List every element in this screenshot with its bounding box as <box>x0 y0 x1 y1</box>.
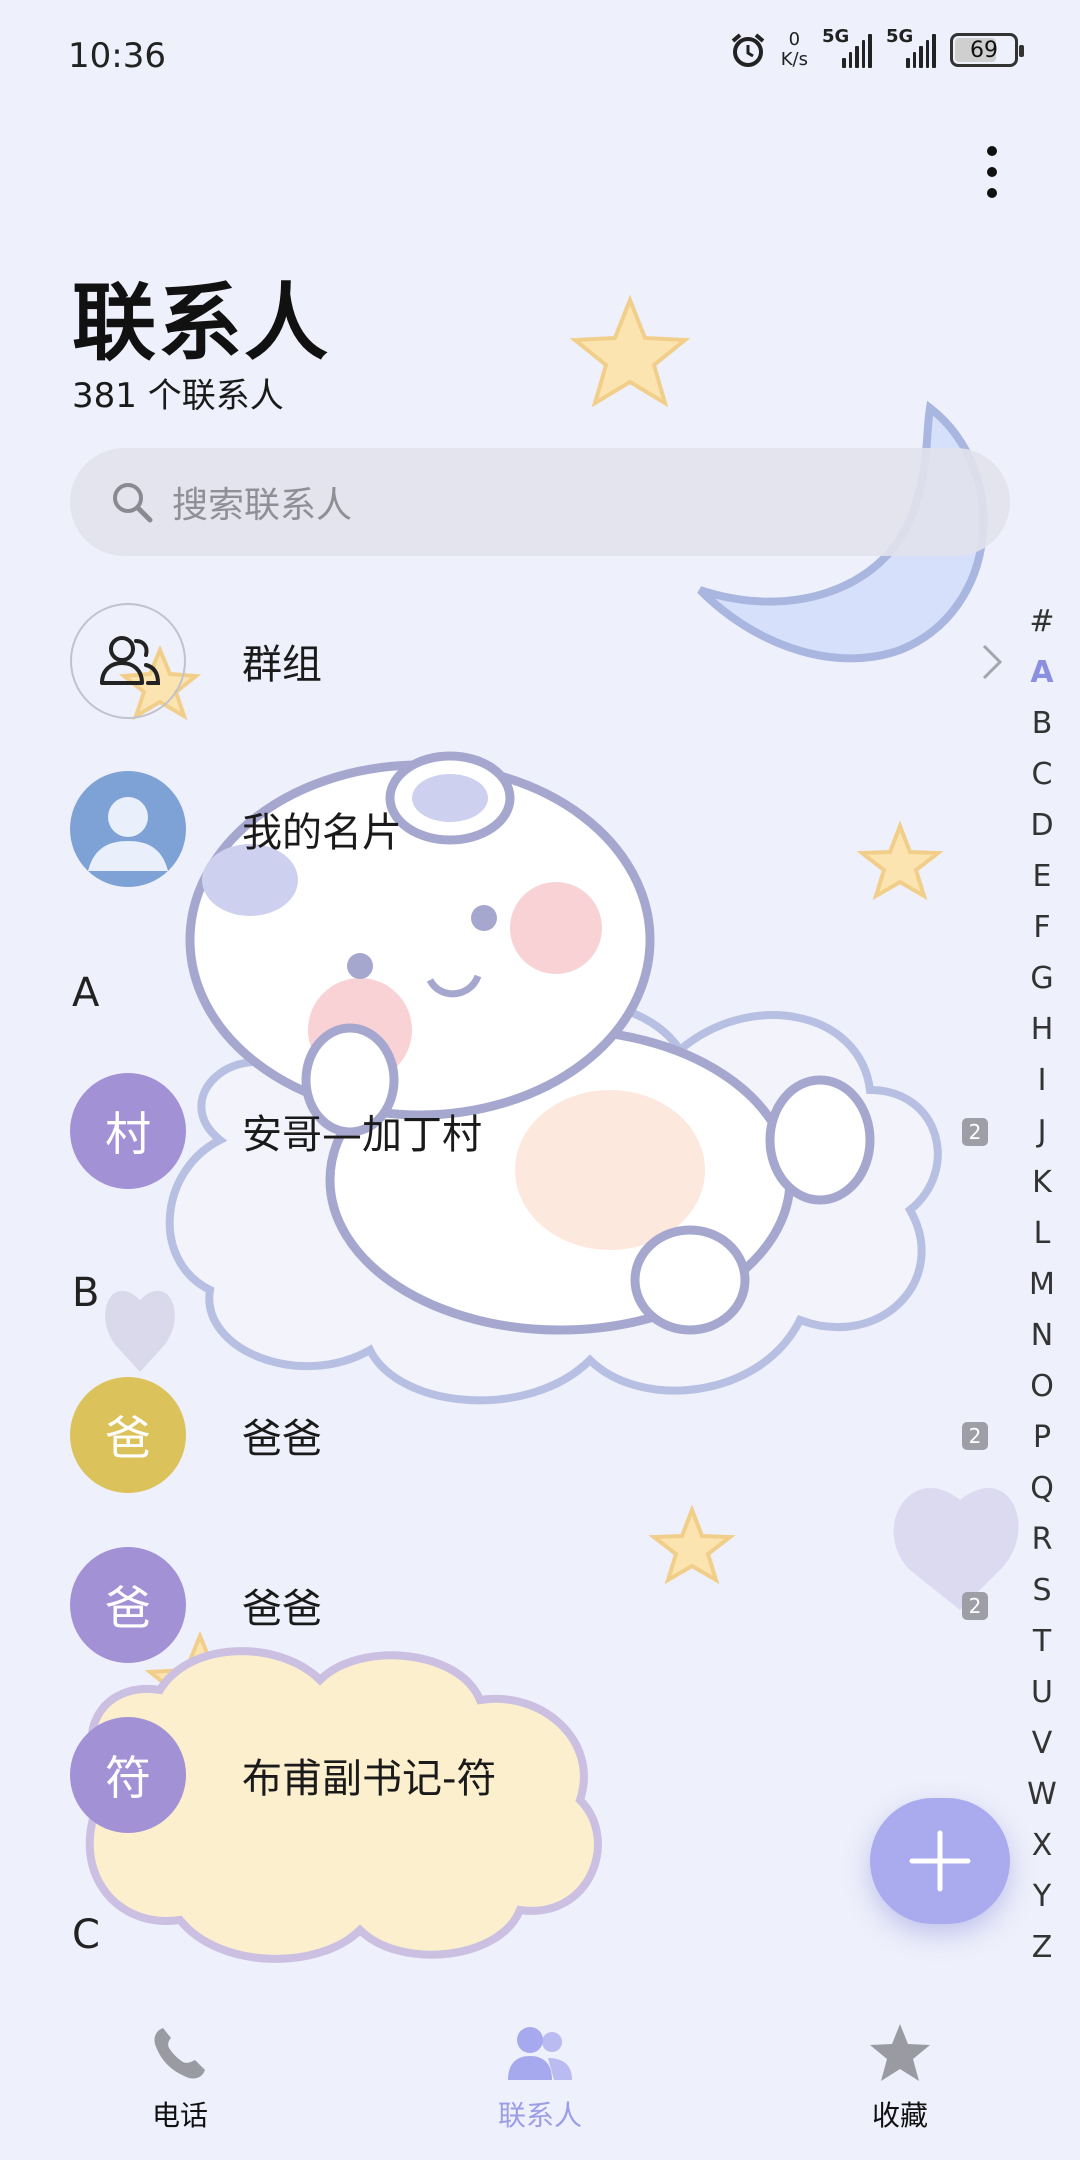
sim-badge: 2 <box>962 1592 988 1620</box>
index-letter[interactable]: # <box>1029 596 1054 647</box>
sim-badge: 2 <box>962 1422 988 1450</box>
net-speed: 0 K/s <box>781 30 808 70</box>
dot-icon <box>987 167 997 177</box>
index-letter[interactable]: V <box>1032 1718 1053 1769</box>
signal-sim2-icon: 5G <box>886 26 936 68</box>
index-letter[interactable]: I <box>1038 1055 1047 1106</box>
dot-icon <box>987 146 997 156</box>
groups-label: 群组 <box>242 642 322 688</box>
index-letter[interactable]: L <box>1034 1208 1051 1259</box>
index-letter[interactable]: A <box>1030 647 1053 698</box>
index-letter[interactable]: N <box>1031 1310 1053 1361</box>
search-input[interactable]: 搜索联系人 <box>70 448 1010 556</box>
page-title: 联系人 <box>72 274 331 372</box>
index-letter[interactable]: Q <box>1030 1463 1054 1514</box>
section-header-c: C <box>72 1912 100 1958</box>
dot-icon <box>987 188 997 198</box>
section-header-a: A <box>72 970 100 1016</box>
contact-name: 爸爸 <box>242 1586 322 1632</box>
section-header-b: B <box>72 1270 100 1316</box>
chevron-right-icon <box>982 644 1003 680</box>
contact-count: 381 个联系人 <box>72 376 284 416</box>
index-letter[interactable]: H <box>1031 1004 1054 1055</box>
sim2-label: 5G <box>886 26 914 47</box>
index-letter[interactable]: Z <box>1032 1922 1053 1973</box>
index-letter[interactable]: G <box>1030 953 1053 1004</box>
group-icon <box>100 636 161 685</box>
index-letter[interactable]: P <box>1033 1412 1051 1463</box>
status-time: 10:36 <box>68 36 166 76</box>
sim-badge: 2 <box>962 1118 988 1146</box>
index-letter[interactable]: J <box>1038 1106 1047 1157</box>
battery-icon: 69 <box>950 33 1024 67</box>
contact-avatar: 爸 <box>70 1547 186 1663</box>
index-letter[interactable]: E <box>1033 851 1052 902</box>
more-options-button[interactable] <box>972 140 1012 204</box>
index-letter[interactable]: F <box>1033 902 1050 953</box>
add-contact-button[interactable] <box>870 1798 1010 1924</box>
index-letter[interactable]: X <box>1032 1820 1053 1871</box>
battery-level: 69 <box>970 37 998 63</box>
contact-name: 安哥—加丁村 <box>242 1112 482 1158</box>
net-speed-value: 0 <box>788 29 801 50</box>
contact-name: 布甫副书记-符 <box>242 1756 497 1802</box>
groups-row[interactable]: 群组 <box>0 596 1000 726</box>
signal-sim1-icon: 5G <box>822 26 872 68</box>
tab-phone-label: 电话 <box>151 2099 208 2132</box>
tab-favorites-label: 收藏 <box>871 2099 928 2132</box>
index-letter[interactable]: D <box>1030 800 1053 851</box>
bear-leg <box>630 1225 750 1335</box>
contact-avatar: 符 <box>70 1717 186 1833</box>
index-letter[interactable]: K <box>1032 1157 1052 1208</box>
contact-avatar: 爸 <box>70 1377 186 1493</box>
status-bar: 10:36 0 K/s 5G 5G 69 <box>0 0 1080 110</box>
index-letter[interactable]: O <box>1030 1361 1054 1412</box>
tab-contacts-label: 联系人 <box>497 2099 582 2132</box>
contact-row[interactable]: 符 布甫副书记-符 <box>0 1710 1000 1840</box>
plus-icon <box>909 1830 971 1892</box>
heart-sticker <box>105 1290 175 1372</box>
contact-row[interactable]: 村 安哥—加丁村 <box>0 1066 1000 1196</box>
alphabet-index[interactable]: # A B C D E F G H I J K L M N O P Q R S T U V W X Y Z <box>1022 596 1062 1973</box>
star-sticker <box>569 294 691 408</box>
cloud-sticker <box>165 998 942 1405</box>
contacts-icon <box>508 2027 572 2080</box>
my-card-row[interactable]: 我的名片 <box>0 764 1000 894</box>
index-letter[interactable]: W <box>1027 1769 1057 1820</box>
net-speed-unit: K/s <box>780 49 808 70</box>
status-icons: 0 K/s 5G 5G 69 <box>729 26 1024 70</box>
index-letter[interactable]: C <box>1032 749 1053 800</box>
index-letter[interactable]: M <box>1029 1259 1055 1310</box>
index-letter[interactable]: T <box>1033 1616 1051 1667</box>
index-letter[interactable]: U <box>1031 1667 1053 1718</box>
search-placeholder: 搜索联系人 <box>172 485 353 526</box>
contact-avatar: 村 <box>70 1073 186 1189</box>
index-letter[interactable]: R <box>1032 1514 1053 1565</box>
bottom-tab-bar: 电话 联系人 收藏 <box>0 1980 1080 2160</box>
tab-favorites[interactable]: 收藏 <box>720 1980 1080 2160</box>
index-letter[interactable]: B <box>1032 698 1053 749</box>
contact-row[interactable]: 爸 爸爸 <box>0 1540 1000 1670</box>
tab-phone[interactable]: 电话 <box>0 1980 360 2160</box>
star-icon <box>870 2024 930 2081</box>
groups-avatar <box>70 603 186 719</box>
index-letter[interactable]: Y <box>1033 1871 1051 1922</box>
my-card-label: 我的名片 <box>242 810 402 856</box>
index-letter[interactable]: S <box>1032 1565 1051 1616</box>
contact-row[interactable]: 爸 爸爸 <box>0 1370 1000 1500</box>
sim1-label: 5G <box>822 26 850 47</box>
person-icon <box>88 797 168 871</box>
my-card-avatar <box>70 771 186 887</box>
phone-icon <box>154 2028 205 2079</box>
alarm-icon <box>731 33 765 67</box>
search-icon <box>113 483 153 523</box>
contact-name: 爸爸 <box>242 1416 322 1462</box>
tab-contacts[interactable]: 联系人 <box>360 1980 720 2160</box>
